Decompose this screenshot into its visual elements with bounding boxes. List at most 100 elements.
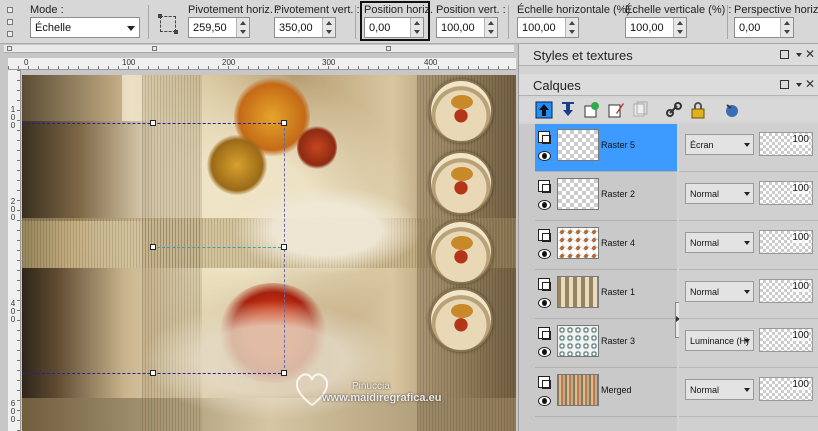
- position-highlight-box: [360, 1, 430, 41]
- blend-mode-select[interactable]: Luminance (H): [685, 330, 754, 351]
- duplicate-layer-icon[interactable]: [631, 101, 649, 119]
- layer-props-row: Normal 100: [679, 173, 818, 221]
- deform-handle-right[interactable]: [281, 244, 287, 250]
- minimize-icon[interactable]: [152, 46, 157, 51]
- opacity-value: 100: [792, 330, 809, 341]
- delete-layer-icon[interactable]: [723, 101, 741, 119]
- ruler-horizontal: 0 100 200 300 400: [8, 58, 516, 70]
- mode-label: Mode :: [30, 4, 64, 16]
- layer-name: Merged: [601, 385, 632, 395]
- deform-handle-bottom[interactable]: [150, 370, 156, 376]
- pin-icon[interactable]: [780, 50, 789, 59]
- scale-h-field[interactable]: 100,00: [517, 17, 579, 38]
- perspective-field[interactable]: 0,00: [734, 17, 794, 38]
- visibility-eye-icon[interactable]: [538, 249, 551, 259]
- deform-handle-bottom-right[interactable]: [281, 370, 287, 376]
- visibility-eye-icon[interactable]: [538, 347, 551, 357]
- chevron-down-icon: [744, 143, 750, 147]
- pivot-h-spinner[interactable]: [236, 18, 249, 37]
- toolbar-grip[interactable]: [3, 4, 17, 40]
- layer-row-raster-1[interactable]: Raster 1: [535, 271, 677, 319]
- perspective-spinner[interactable]: [780, 18, 793, 37]
- blend-mode-select[interactable]: Normal: [685, 281, 754, 302]
- opacity-slider[interactable]: 100: [759, 279, 813, 303]
- toolbar-divider: [148, 5, 149, 39]
- opacity-slider[interactable]: 100: [759, 328, 813, 352]
- ruler-tick-label: 100: [122, 58, 136, 67]
- scale-v-value: 100,00: [630, 22, 664, 34]
- layers-list: Raster 5 Raster 2 Raster 4 Raster 1 Rast…: [519, 124, 677, 431]
- blend-mode-select[interactable]: Normal: [685, 183, 754, 204]
- pivot-v-spinner[interactable]: [322, 18, 335, 37]
- layer-row-raster-4[interactable]: Raster 4: [535, 222, 677, 270]
- pivot-v-field[interactable]: 350,00: [274, 17, 336, 38]
- snowy-path: [232, 185, 422, 275]
- layer-name: Raster 3: [601, 336, 636, 346]
- document-titlebar[interactable]: [4, 45, 514, 53]
- layer-props-row: Écran 100: [679, 124, 818, 172]
- move-layer-up-icon[interactable]: [535, 101, 553, 119]
- layer-row-raster-3[interactable]: Raster 3: [535, 320, 677, 368]
- layers-panel-header[interactable]: Calques ✕: [519, 74, 818, 96]
- ruler-tick-label: 100: [10, 105, 16, 130]
- layer-row-merged[interactable]: Merged: [535, 369, 677, 417]
- pick-tool-icon[interactable]: [158, 14, 178, 34]
- deform-handle-top-right[interactable]: [281, 120, 287, 126]
- restore-icon[interactable]: [386, 46, 391, 51]
- image-canvas[interactable]: Pinuccia www.maidiregrafica.eu: [22, 75, 516, 431]
- perspective-value: 0,00: [739, 22, 761, 34]
- visibility-eye-icon[interactable]: [538, 200, 551, 210]
- scale-h-spinner[interactable]: [565, 18, 578, 37]
- toolbar-divider: [355, 5, 356, 39]
- layer-group-icon: [538, 376, 551, 389]
- visibility-eye-icon[interactable]: [538, 298, 551, 308]
- red-bush: [297, 125, 337, 170]
- layer-properties-icon[interactable]: [607, 101, 625, 119]
- opacity-slider[interactable]: 100: [759, 377, 813, 401]
- layers-toolbar: [519, 98, 818, 122]
- layer-row-raster-5[interactable]: Raster 5: [535, 124, 677, 172]
- move-layer-down-icon[interactable]: [559, 101, 577, 119]
- scale-v-spinner[interactable]: [673, 18, 686, 37]
- opacity-slider[interactable]: 100: [759, 230, 813, 254]
- styles-panel-header[interactable]: Styles et textures ✕: [519, 44, 818, 66]
- blend-mode-select[interactable]: Normal: [685, 379, 754, 400]
- mode-select[interactable]: Échelle: [30, 17, 140, 38]
- pivot-h-group: Pivotement horiz. : 259,50: [188, 0, 279, 44]
- chevron-down-icon: [744, 192, 750, 196]
- pin-icon[interactable]: [780, 80, 789, 89]
- blend-mode-select[interactable]: Écran: [685, 134, 754, 155]
- close-icon[interactable]: ✕: [805, 47, 815, 61]
- opacity-slider[interactable]: 100: [759, 181, 813, 205]
- close-icon[interactable]: ✕: [805, 77, 815, 91]
- layer-name: Raster 4: [601, 238, 636, 248]
- document-window: 0 100 200 300 400 100 200 400 600 Pinucc…: [0, 44, 518, 431]
- pivot-h-field[interactable]: 259,50: [188, 17, 250, 38]
- deform-handle-top[interactable]: [150, 120, 156, 126]
- pivot-h-value: 259,50: [193, 22, 227, 34]
- deform-box-center-line: [152, 247, 286, 248]
- link-icon[interactable]: [665, 101, 683, 119]
- opacity-slider[interactable]: 100: [759, 132, 813, 156]
- ruler-tick-label: 200: [10, 197, 16, 222]
- chevron-down-icon[interactable]: [796, 83, 802, 87]
- layer-props-row: Normal 100: [679, 369, 818, 417]
- visibility-eye-icon[interactable]: [538, 396, 551, 406]
- watermark-url: www.maidiregrafica.eu: [322, 392, 442, 404]
- autumn-tree-left: [207, 135, 267, 195]
- ruler-tick-label: 400: [10, 299, 16, 324]
- chevron-down-icon[interactable]: [796, 53, 802, 57]
- medallion-3: [429, 220, 493, 284]
- pos-v-field[interactable]: 100,00: [436, 17, 498, 38]
- perspective-group: Perspective horizontal 0,00: [734, 0, 818, 44]
- deform-handle-pivot[interactable]: [150, 244, 156, 250]
- chevron-down-icon: [127, 26, 135, 31]
- blend-mode-select[interactable]: Normal: [685, 232, 754, 253]
- pivot-h-label: Pivotement horiz. :: [188, 4, 280, 16]
- pos-v-spinner[interactable]: [484, 18, 497, 37]
- visibility-eye-icon[interactable]: [538, 151, 551, 161]
- new-raster-layer-icon[interactable]: [583, 101, 601, 119]
- scale-v-field[interactable]: 100,00: [625, 17, 687, 38]
- lock-icon[interactable]: [689, 101, 707, 119]
- layer-row-raster-2[interactable]: Raster 2: [535, 173, 677, 221]
